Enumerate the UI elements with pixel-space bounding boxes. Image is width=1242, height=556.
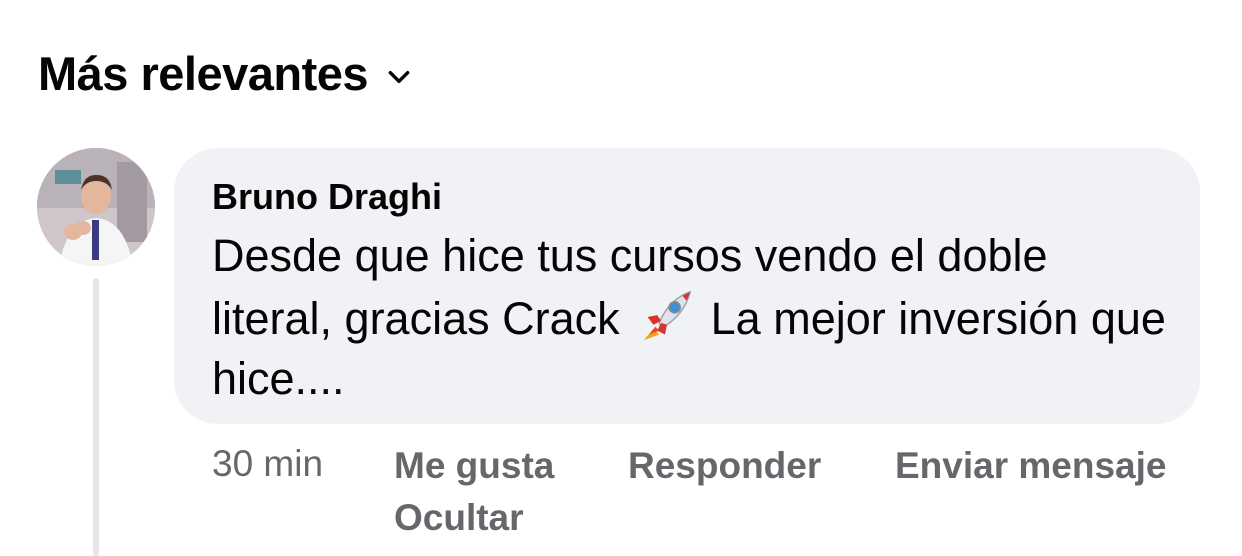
sort-dropdown[interactable]: Más relevantes [38,46,412,101]
avatar-photo [37,148,155,266]
comment-author[interactable]: Bruno Draghi [212,176,1164,218]
comment-time[interactable]: 30 min [212,438,323,490]
send-message-button[interactable]: Enviar mensaje [895,440,1166,492]
reply-button[interactable]: Responder [628,440,821,492]
avatar[interactable] [37,148,155,266]
comment-bubble: Bruno Draghi Desde que hice tus cursos v… [174,148,1200,424]
rocket-emoji-icon [643,290,692,341]
like-button[interactable]: Me gusta [394,440,554,492]
sort-label: Más relevantes [38,47,369,100]
chevron-down-icon [388,70,410,83]
thread-line [93,278,99,556]
hide-button[interactable]: Ocultar [394,492,524,544]
comment-text: Desde que hice tus cursos vendo el doble… [212,226,1172,409]
